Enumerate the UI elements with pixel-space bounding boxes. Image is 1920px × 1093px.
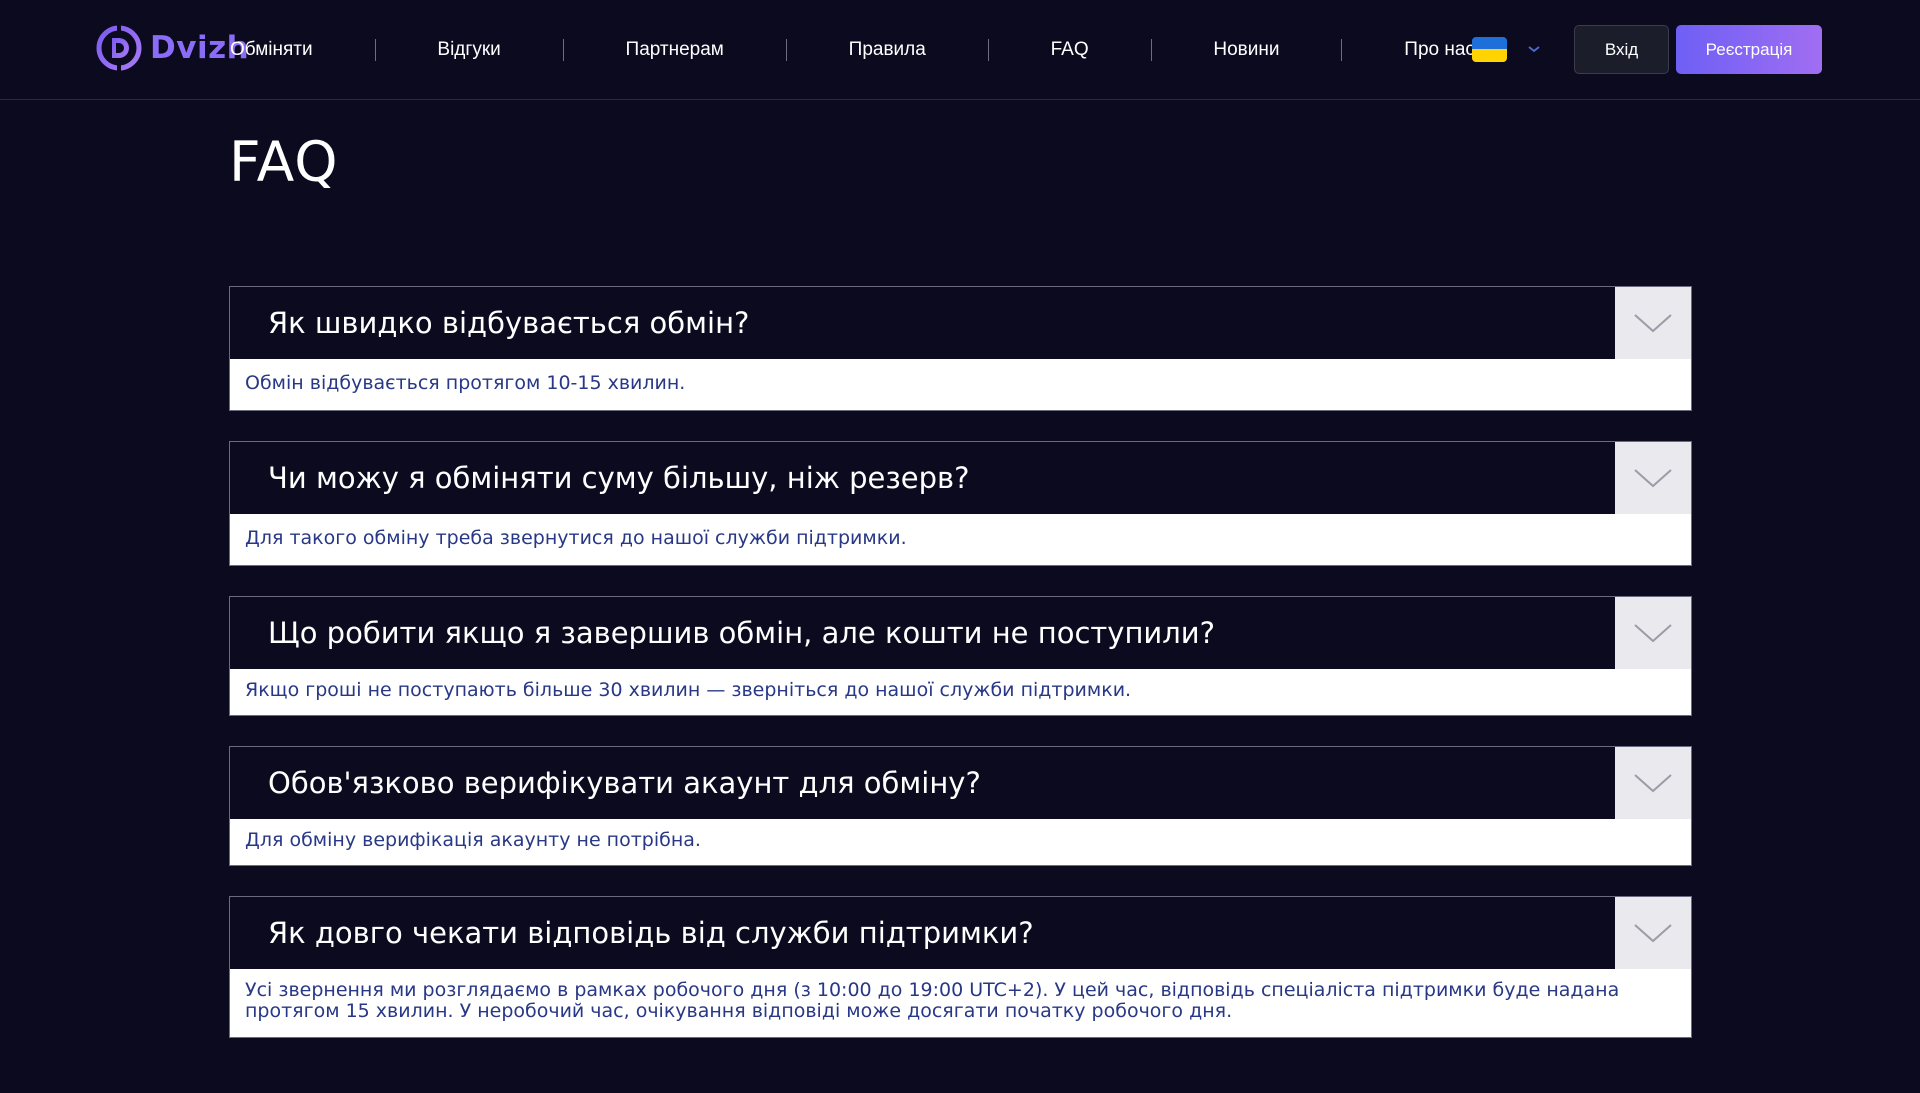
faq-toggle-button[interactable] bbox=[1615, 897, 1691, 969]
nav-divider bbox=[1150, 39, 1152, 61]
chevron-down-icon bbox=[1634, 624, 1672, 643]
main-nav: Обміняти Відгуки Партнерам Правила FAQ Н… bbox=[230, 0, 1475, 100]
ukraine-flag-icon bbox=[1472, 36, 1507, 62]
faq-answer: Для такого обміну треба звернутися до на… bbox=[230, 514, 1691, 565]
nav-item-news[interactable]: Новини bbox=[1213, 39, 1279, 61]
nav-divider bbox=[562, 39, 564, 61]
nav-item-about[interactable]: Про нас bbox=[1404, 39, 1475, 61]
faq-answer: Якщо гроші не поступають більше 30 хвили… bbox=[230, 669, 1691, 715]
faq-toggle-button[interactable] bbox=[1615, 287, 1691, 359]
faq-toggle-button[interactable] bbox=[1615, 597, 1691, 669]
faq-item: Як швидко відбувається обмін? Обмін відб… bbox=[229, 286, 1692, 411]
nav-divider bbox=[785, 39, 787, 61]
chevron-down-icon bbox=[1634, 314, 1672, 333]
faq-question-text: Що робити якщо я завершив обмін, але кош… bbox=[268, 616, 1216, 650]
faq-question-text: Обов'язково верифікувати акаунт для обмі… bbox=[268, 766, 981, 800]
faq-question-text: Як швидко відбувається обмін? bbox=[268, 306, 750, 340]
logo[interactable]: Dvizh bbox=[96, 24, 249, 72]
nav-divider bbox=[987, 39, 989, 61]
site-header: Dvizh Обміняти Відгуки Партнерам Правила… bbox=[0, 0, 1920, 100]
chevron-down-icon bbox=[1634, 774, 1672, 793]
dvizh-logo-icon bbox=[96, 25, 142, 71]
chevron-down-icon bbox=[1634, 924, 1672, 943]
faq-answer: Обмін відбувається протягом 10-15 хвилин… bbox=[230, 359, 1691, 410]
faq-list: Як швидко відбувається обмін? Обмін відб… bbox=[229, 286, 1692, 1068]
register-button[interactable]: Реєстрація bbox=[1676, 25, 1822, 74]
nav-item-partners[interactable]: Партнерам bbox=[626, 39, 724, 61]
page-title: FAQ bbox=[229, 130, 339, 194]
faq-question[interactable]: Обов'язково верифікувати акаунт для обмі… bbox=[230, 747, 1691, 819]
faq-question[interactable]: Як довго чекати відповідь від служби під… bbox=[230, 897, 1691, 969]
faq-answer: Для обміну верифікація акаунту не потріб… bbox=[230, 819, 1691, 865]
nav-item-faq[interactable]: FAQ bbox=[1051, 39, 1089, 61]
faq-toggle-button[interactable] bbox=[1615, 747, 1691, 819]
nav-divider bbox=[1341, 39, 1343, 61]
login-button[interactable]: Вхід bbox=[1574, 25, 1669, 74]
nav-item-exchange[interactable]: Обміняти bbox=[230, 39, 313, 61]
faq-item: Обов'язково верифікувати акаунт для обмі… bbox=[229, 746, 1692, 866]
nav-item-reviews[interactable]: Відгуки bbox=[437, 39, 500, 61]
faq-item: Що робити якщо я завершив обмін, але кош… bbox=[229, 596, 1692, 716]
faq-answer: Усі звернення ми розглядаємо в рамках ро… bbox=[230, 969, 1691, 1037]
faq-toggle-button[interactable] bbox=[1615, 442, 1691, 514]
faq-question[interactable]: Що робити якщо я завершив обмін, але кош… bbox=[230, 597, 1691, 669]
nav-item-rules[interactable]: Правила bbox=[849, 39, 926, 61]
faq-item: Чи можу я обміняти суму більшу, ніж резе… bbox=[229, 441, 1692, 566]
faq-question[interactable]: Як швидко відбувається обмін? bbox=[230, 287, 1691, 359]
faq-question-text: Як довго чекати відповідь від служби під… bbox=[268, 916, 1034, 950]
chevron-down-icon bbox=[1634, 469, 1672, 488]
faq-question[interactable]: Чи можу я обміняти суму більшу, ніж резе… bbox=[230, 442, 1691, 514]
faq-question-text: Чи можу я обміняти суму більшу, ніж резе… bbox=[268, 461, 970, 495]
chevron-down-icon bbox=[1528, 46, 1540, 53]
faq-item: Як довго чекати відповідь від служби під… bbox=[229, 896, 1692, 1038]
language-selector[interactable] bbox=[1472, 34, 1541, 64]
nav-divider bbox=[374, 39, 376, 61]
